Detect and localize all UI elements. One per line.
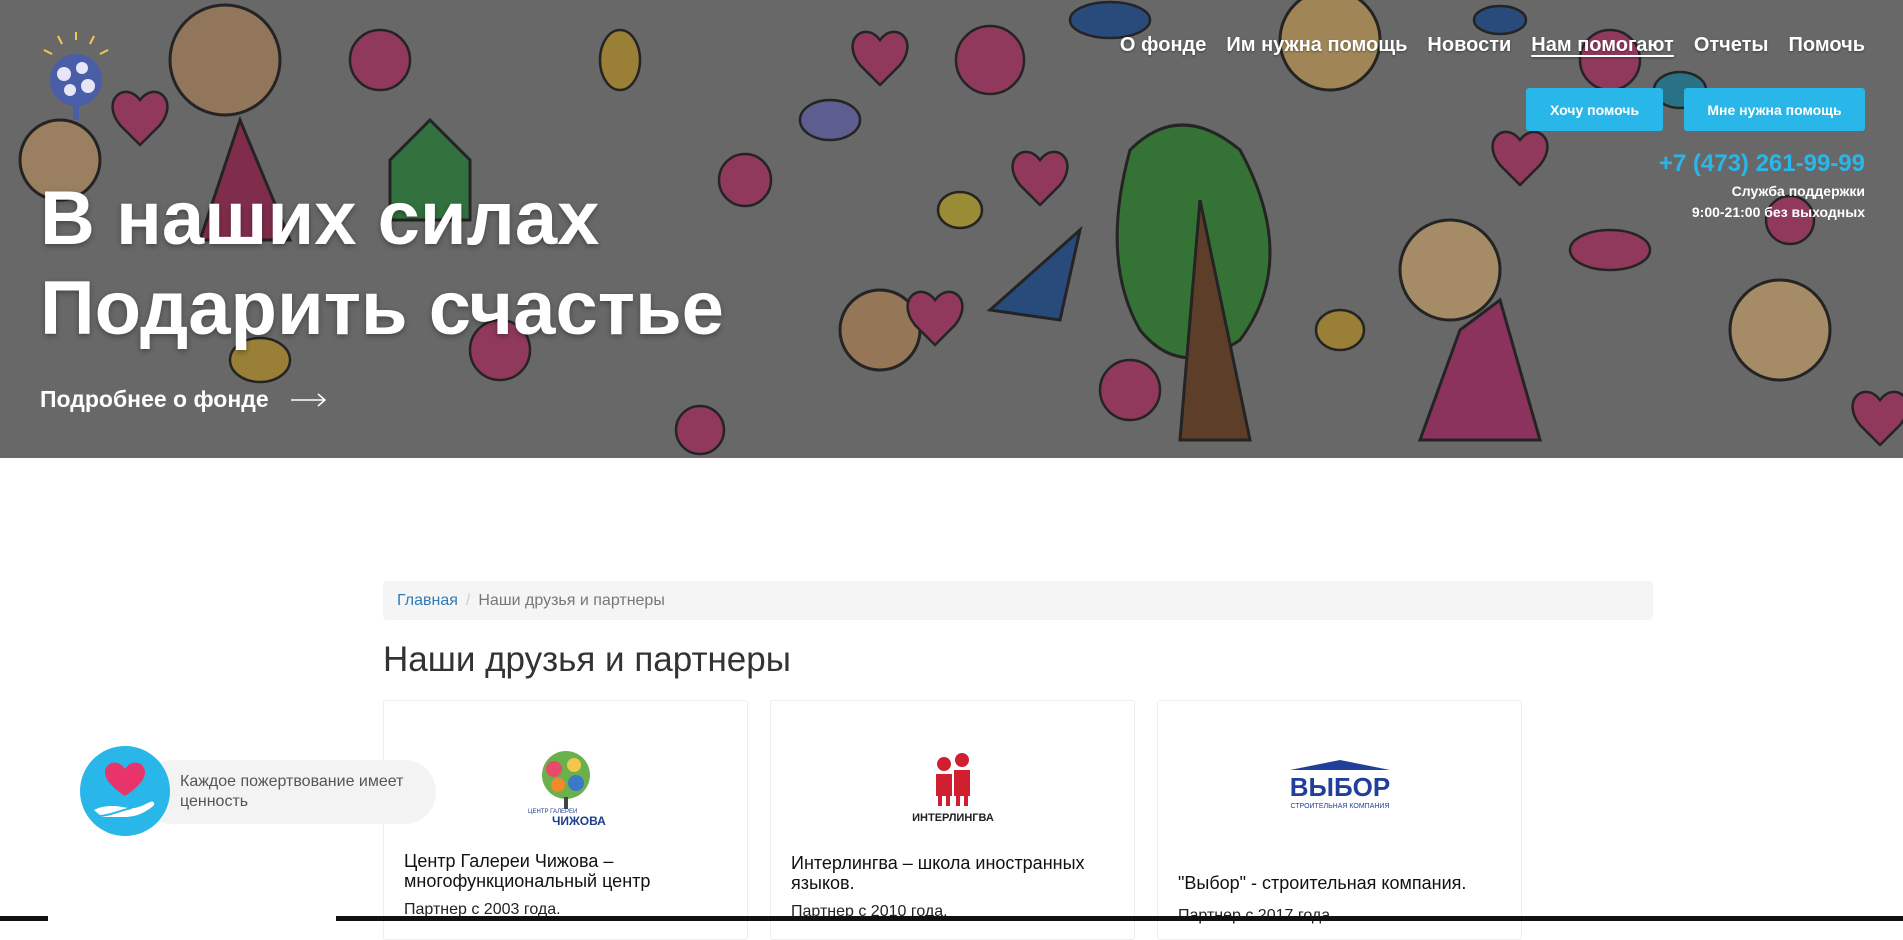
breadcrumb-home[interactable]: Главная — [397, 592, 458, 610]
svg-text:СТРОИТЕЛЬНАЯ КОМПАНИЯ: СТРОИТЕЛЬНАЯ КОМПАНИЯ — [1290, 803, 1389, 810]
breadcrumb-current: Наши друзья и партнеры — [478, 591, 665, 609]
partner-logo-chizhov: ЦЕНТР ГАЛЕРЕИ ЧИЖОВА — [384, 741, 747, 831]
nav-item-supporters[interactable]: Нам помогают — [1531, 34, 1674, 57]
want-to-help-button[interactable]: Хочу помочь — [1526, 88, 1663, 131]
foundation-logo[interactable] — [36, 30, 116, 126]
svg-text:ЧИЖОВА: ЧИЖОВА — [552, 814, 606, 828]
svg-text:ИНТЕРЛИНГВА: ИНТЕРЛИНГВА — [912, 812, 994, 824]
partner-card[interactable]: ИНТЕРЛИНГВА Интерлингва – школа иностран… — [770, 700, 1135, 940]
donation-widget[interactable]: Каждое пожертвование имеет ценность — [80, 746, 436, 836]
main-nav: О фонде Им нужна помощь Новости Нам помо… — [1120, 34, 1865, 57]
arrow-right-icon — [290, 392, 326, 407]
partner-name: Центр Галереи Чижова – многофункциональн… — [404, 851, 651, 891]
support-hours: 9:00-21:00 без выходных — [1691, 204, 1865, 220]
hero-banner: О фонде Им нужна помощь Новости Нам помо… — [0, 0, 1903, 458]
partner-logo-vybor: ВЫБОР СТРОИТЕЛЬНАЯ КОМПАНИЯ — [1158, 741, 1521, 831]
partner-name: "Выбор" - строительная компания. — [1178, 873, 1467, 893]
nav-item-news[interactable]: Новости — [1427, 34, 1511, 57]
partner-name: Интерлингва – школа иностранных языков. — [791, 853, 1085, 893]
hero-headline: В наших силах Подарить счастье — [40, 174, 724, 354]
nav-item-about[interactable]: О фонде — [1120, 34, 1206, 57]
breadcrumb-separator: / — [465, 591, 471, 609]
hero-headline-line1: В наших силах — [40, 176, 600, 261]
support-label: Служба поддержки — [1731, 183, 1865, 199]
more-about-link[interactable]: Подробнее о фонде — [40, 386, 327, 413]
phone-number[interactable]: +7 (473) 261-99-99 — [1659, 150, 1865, 178]
hero-headline-line2: Подарить счастье — [40, 266, 724, 351]
donation-text: Каждое пожертвование имеет ценность — [180, 773, 404, 810]
breadcrumb: Главная / Наши друзья и партнеры — [383, 581, 1653, 620]
svg-text:ВЫБОР: ВЫБОР — [1289, 772, 1389, 802]
heart-hand-icon — [80, 746, 170, 836]
nav-item-donate[interactable]: Помочь — [1789, 34, 1865, 57]
bottom-scroll-strip — [0, 916, 1903, 921]
more-about-label: Подробнее о фонде — [40, 386, 269, 412]
bottom-scroll-thumb[interactable] — [48, 916, 336, 921]
partner-logo-interlingva: ИНТЕРЛИНГВА — [771, 741, 1134, 831]
partner-card[interactable]: ЦЕНТР ГАЛЕРЕИ ЧИЖОВА Центр Галереи Чижов… — [383, 700, 748, 940]
partner-card[interactable]: ВЫБОР СТРОИТЕЛЬНАЯ КОМПАНИЯ "Выбор" - ст… — [1157, 700, 1522, 940]
support-info: Служба поддержки 9:00-21:00 без выходных — [1692, 181, 1865, 223]
nav-item-reports[interactable]: Отчеты — [1694, 34, 1769, 57]
page-title: Наши друзья и партнеры — [383, 640, 791, 679]
need-help-button[interactable]: Мне нужна помощь — [1684, 88, 1865, 131]
nav-item-need-help[interactable]: Им нужна помощь — [1226, 34, 1407, 57]
